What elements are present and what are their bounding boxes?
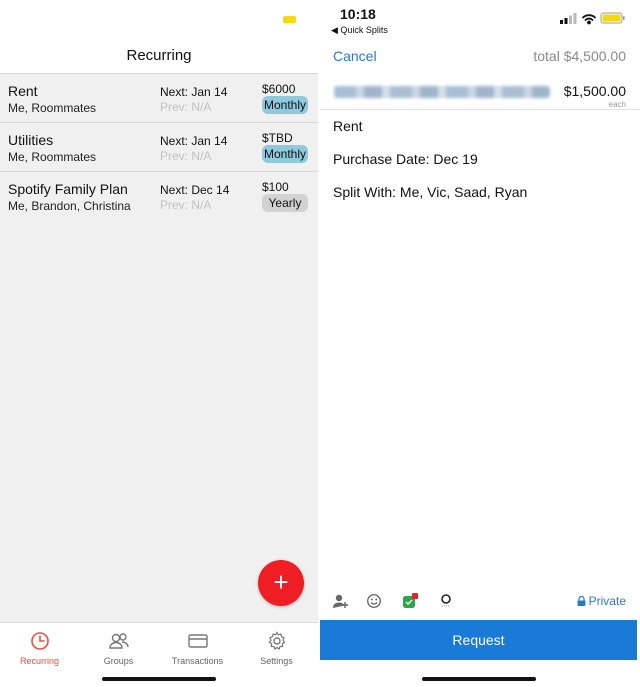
recurring-screen: Recurring Rent Me, Roommates Next: Jan 1… xyxy=(0,0,318,687)
each-amount: $1,500.00 xyxy=(563,83,626,99)
tab-label: Recurring xyxy=(19,656,59,666)
recurring-item-utilities[interactable]: Utilities Me, Roommates Next: Jan 14 Pre… xyxy=(0,123,318,172)
item-prev-date: Prev: N/A xyxy=(160,198,212,212)
cellular-signal-icon xyxy=(560,13,577,24)
gear-icon xyxy=(268,631,285,650)
tab-settings[interactable]: Settings xyxy=(237,629,316,666)
add-recurring-button[interactable]: + xyxy=(258,560,304,606)
tab-transactions[interactable]: Transactions xyxy=(158,629,237,666)
item-prev-date: Prev: N/A xyxy=(160,149,212,163)
nav-bar: Cancel total $4,500.00 xyxy=(320,44,640,72)
item-name: Rent xyxy=(8,83,38,99)
cancel-button[interactable]: Cancel xyxy=(333,48,377,64)
clock-icon xyxy=(30,632,49,650)
description-text[interactable]: Rent xyxy=(333,118,363,134)
item-amount: $100 xyxy=(262,180,289,194)
item-people: Me, Roommates xyxy=(8,150,97,164)
home-indicator xyxy=(102,677,216,681)
item-people: Me, Brandon, Christina xyxy=(8,199,131,213)
stickers-icon[interactable] xyxy=(402,593,418,609)
frequency-badge: Monthly xyxy=(262,145,308,163)
battery-icon xyxy=(283,16,296,23)
purchase-date-text[interactable]: Purchase Date: Dec 19 xyxy=(333,151,478,167)
split-with-text[interactable]: Split With: Me, Vic, Saad, Ryan xyxy=(333,184,527,200)
home-indicator xyxy=(422,677,536,681)
tab-groups[interactable]: Groups xyxy=(79,629,158,666)
card-icon xyxy=(187,634,208,648)
status-time: 10:18 xyxy=(340,6,376,22)
tab-label: Transactions xyxy=(171,656,224,666)
back-to-app-link[interactable]: ◀ Quick Splits xyxy=(331,25,388,36)
emoji-icon[interactable] xyxy=(366,593,382,609)
item-next-date: Next: Jan 14 xyxy=(160,85,228,99)
request-screen: 10:18 ◀ Quick Splits Cancel total $4,500… xyxy=(320,0,640,687)
privacy-label: Private xyxy=(588,594,626,608)
page-title: Recurring xyxy=(0,38,318,74)
location-icon[interactable] xyxy=(438,593,454,609)
battery-icon xyxy=(600,12,625,24)
status-bar xyxy=(0,0,318,38)
recurring-item-spotify[interactable]: Spotify Family Plan Me, Brandon, Christi… xyxy=(0,172,318,221)
blurred-recipients xyxy=(334,86,550,98)
people-icon xyxy=(108,633,129,649)
item-prev-date: Prev: N/A xyxy=(160,100,212,114)
item-next-date: Next: Dec 14 xyxy=(160,183,230,197)
each-label: each xyxy=(608,100,626,109)
item-people: Me, Roommates xyxy=(8,101,97,115)
total-amount: total $4,500.00 xyxy=(533,48,626,64)
lock-icon xyxy=(577,595,586,606)
recurring-item-rent[interactable]: Rent Me, Roommates Next: Jan 14 Prev: N/… xyxy=(0,74,318,123)
compose-toolbar: Private xyxy=(320,590,640,614)
frequency-badge: Yearly xyxy=(262,194,308,212)
item-name: Spotify Family Plan xyxy=(8,181,128,197)
frequency-badge: Monthly xyxy=(262,96,308,114)
tab-label: Settings xyxy=(260,656,293,666)
privacy-toggle[interactable]: Private xyxy=(577,594,626,608)
item-amount: $6000 xyxy=(262,82,296,96)
recipients-row[interactable]: $1,500.00 each xyxy=(320,80,640,110)
wifi-icon xyxy=(582,14,596,25)
item-amount: $TBD xyxy=(262,131,293,145)
tab-label: Groups xyxy=(103,656,134,666)
contact-icon[interactable] xyxy=(332,593,348,609)
request-button[interactable]: Request xyxy=(320,620,637,660)
item-name: Utilities xyxy=(8,132,54,148)
status-icons xyxy=(560,12,625,25)
tab-recurring[interactable]: Recurring xyxy=(0,629,79,666)
item-next-date: Next: Jan 14 xyxy=(160,134,228,148)
